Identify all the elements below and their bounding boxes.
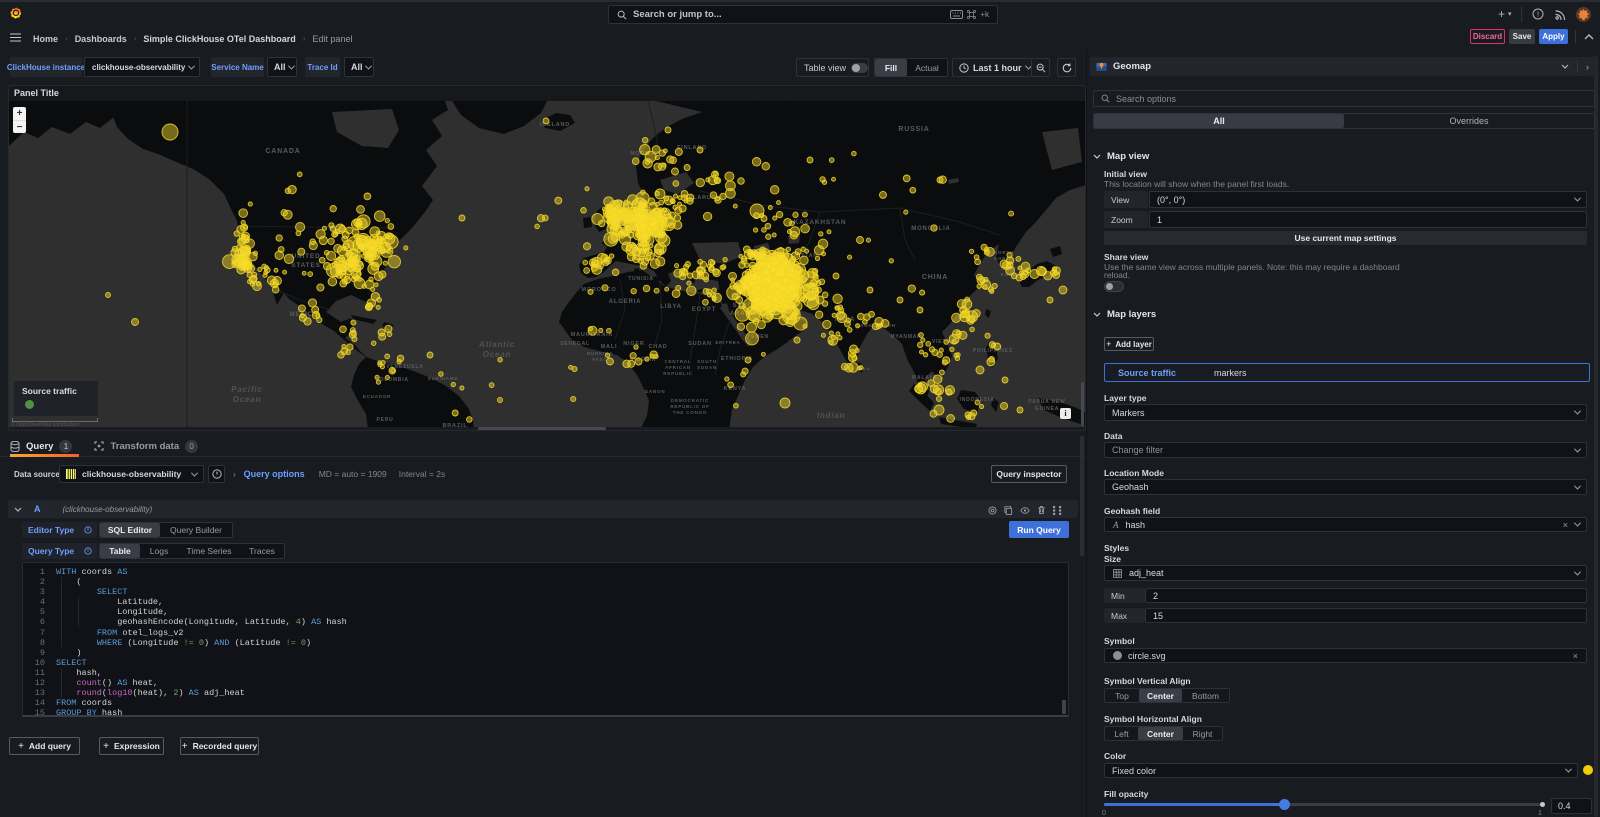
- svg-text:EGYPT: EGYPT: [692, 307, 716, 313]
- svg-text:ECUADOR: ECUADOR: [363, 394, 391, 399]
- svg-text:PHILIPPINES: PHILIPPINES: [973, 348, 1013, 354]
- svg-text:SENEGAL: SENEGAL: [560, 341, 590, 347]
- svg-text:CENTRAL: CENTRAL: [664, 359, 691, 364]
- svg-text:CHINA: CHINA: [922, 274, 948, 281]
- svg-text:GUINEA: GUINEA: [1035, 406, 1059, 412]
- svg-text:UNITED: UNITED: [292, 253, 321, 260]
- svg-text:AFRICAN: AFRICAN: [665, 365, 691, 370]
- svg-text:ALGERIA: ALGERIA: [609, 299, 642, 305]
- svg-text:SURINAME: SURINAME: [428, 376, 458, 381]
- svg-text:PAPUA NEW: PAPUA NEW: [1028, 399, 1065, 405]
- svg-text:MALI: MALI: [601, 344, 618, 350]
- svg-text:KENYA: KENYA: [724, 386, 747, 392]
- svg-text:THE CONGO: THE CONGO: [673, 410, 707, 415]
- svg-text:SUDAN: SUDAN: [697, 365, 717, 370]
- svg-text:PERU: PERU: [376, 417, 393, 423]
- svg-text:BRAZIL: BRAZIL: [443, 423, 468, 427]
- svg-text:TUNISIA: TUNISIA: [628, 276, 654, 282]
- svg-text:SOUTH: SOUTH: [697, 359, 717, 364]
- svg-text:RUSSIA: RUSSIA: [898, 126, 929, 133]
- svg-text:FASO: FASO: [592, 357, 607, 362]
- svg-text:!: !: [1537, 10, 1539, 19]
- svg-text:Ocean: Ocean: [483, 350, 511, 359]
- svg-text:KAZAKHSTAN: KAZAKHSTAN: [794, 219, 847, 226]
- svg-text:Pacific: Pacific: [231, 385, 262, 394]
- svg-text:MYANMAR: MYANMAR: [890, 334, 921, 340]
- svg-text:REPUBLIC: REPUBLIC: [663, 371, 692, 376]
- svg-text:SUDAN: SUDAN: [688, 341, 712, 347]
- svg-text:Indian: Indian: [817, 411, 845, 420]
- svg-text:STATES: STATES: [291, 262, 320, 269]
- svg-text:MOROCCO: MOROCCO: [582, 287, 617, 293]
- svg-text:GABON: GABON: [645, 389, 666, 394]
- svg-text:DEMOCRATIC: DEMOCRATIC: [671, 398, 709, 403]
- svg-text:ERITREA: ERITREA: [715, 340, 740, 345]
- svg-text:REPUBLIC OF: REPUBLIC OF: [670, 404, 709, 409]
- svg-text:CANADA: CANADA: [265, 148, 300, 155]
- svg-text:LIBYA: LIBYA: [660, 304, 681, 310]
- svg-text:CHAD: CHAD: [648, 344, 667, 350]
- svg-text:Atlantic: Atlantic: [478, 340, 515, 349]
- svg-text:Ocean: Ocean: [233, 395, 261, 404]
